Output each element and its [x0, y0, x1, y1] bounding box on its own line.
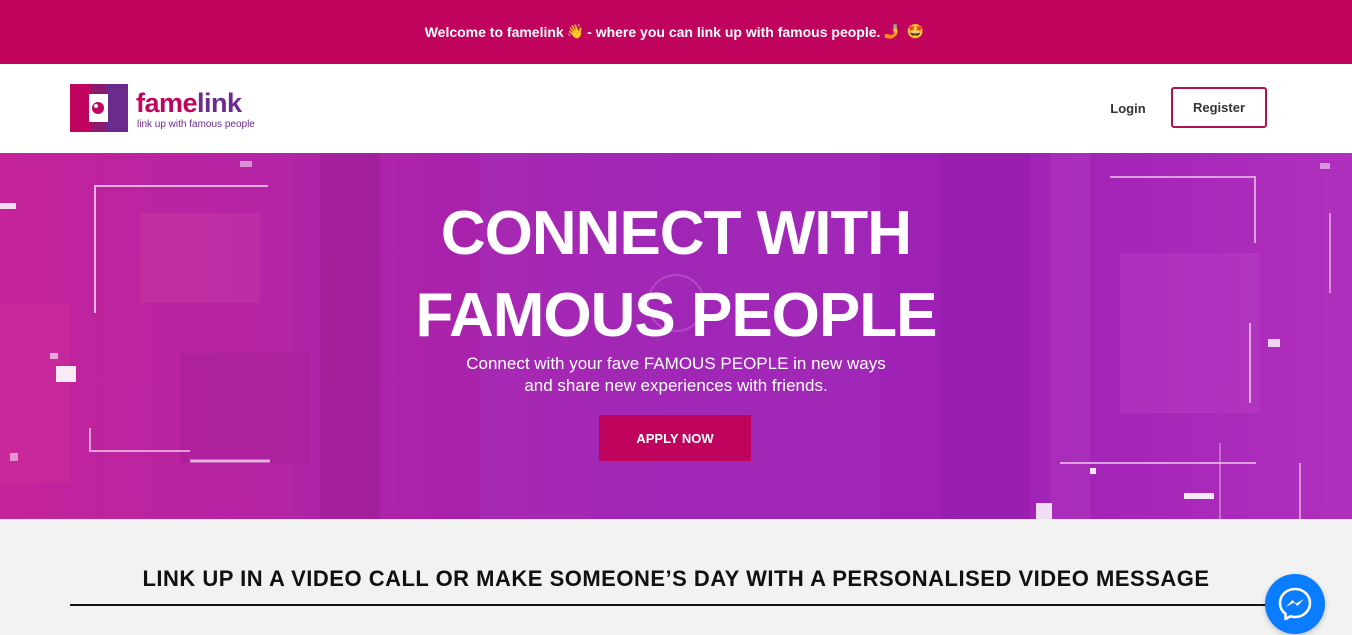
hero-title: CONNECT WITH FAMOUS PEOPLE — [415, 199, 938, 350]
messenger-chat-button[interactable] — [1265, 574, 1325, 634]
hero-banner: CONNECT WITH FAMOUS PEOPLE Connect with … — [0, 153, 1352, 519]
apply-now-button[interactable]: APPLY NOW — [599, 415, 751, 461]
announcement-bar: Welcome to famelink 👋 - where you can li… — [0, 0, 1352, 64]
messenger-icon — [1278, 587, 1312, 621]
site-header: famelink link up with famous people Logi… — [0, 64, 1352, 153]
section-heading: LINK UP IN A VIDEO CALL OR MAKE SOMEONE’… — [142, 566, 1210, 591]
hero-subtitle: Connect with your fave FAMOUS PEOPLE in … — [426, 353, 926, 397]
announcement-text-start: Welcome to famelink — [424, 24, 564, 40]
selfie-icon: 🤳 — [883, 24, 901, 40]
hero-subtitle-line-2: and share new experiences with friends. — [524, 376, 828, 395]
register-button-label: Register — [1192, 100, 1246, 115]
logo-word-link: link — [197, 88, 242, 118]
section-divider — [70, 604, 1266, 606]
waving-hand-icon: 👋 — [566, 24, 585, 40]
logo-mark-icon — [70, 84, 128, 132]
logo-word-fame: fame — [136, 88, 198, 118]
star-struck-icon: 🤩 — [906, 24, 925, 40]
hero-subtitle-line-1: Connect with your fave FAMOUS PEOPLE in … — [466, 354, 886, 373]
famelink-logo[interactable]: famelink link up with famous people — [70, 84, 270, 132]
announcement-text-end: - where you can link up with famous peop… — [587, 24, 881, 40]
login-link[interactable]: Login — [1104, 99, 1152, 119]
logo-tagline: link up with famous people — [137, 119, 255, 130]
logo-wordmark: famelink — [136, 88, 242, 118]
register-button[interactable]: Register — [1171, 87, 1267, 128]
apply-now-label: APPLY NOW — [636, 430, 714, 446]
